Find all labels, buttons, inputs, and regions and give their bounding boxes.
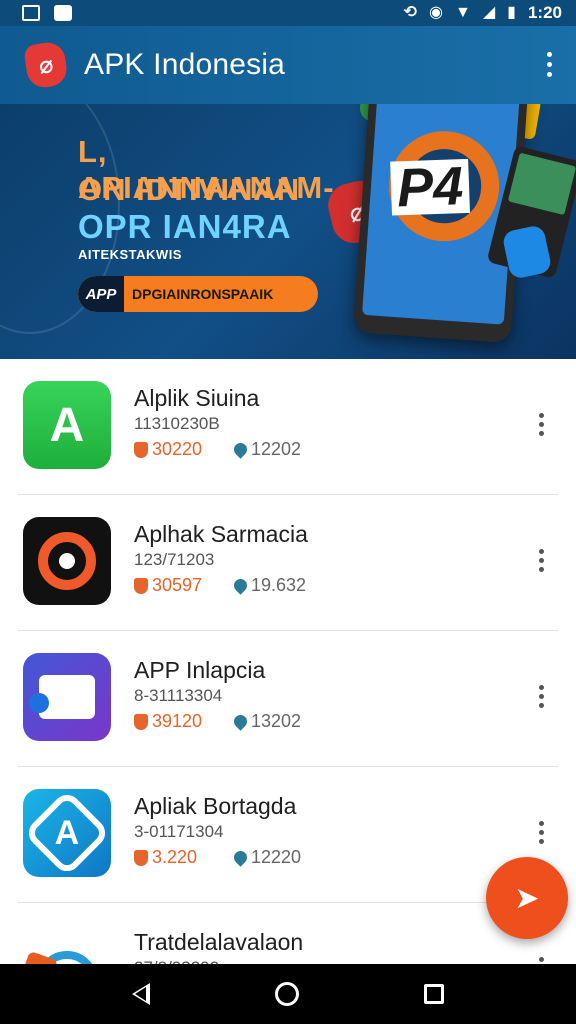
more-vert-icon[interactable]: [539, 413, 544, 436]
shield-icon: [134, 849, 148, 866]
downloads: 39120: [134, 711, 234, 732]
image-icon: [22, 5, 40, 21]
list-item[interactable]: Aplhak Sarmacia 123/71203 30597 19.632: [18, 495, 558, 631]
apk-logo-icon: ⌀: [23, 40, 69, 90]
battery-icon: ▮: [507, 4, 516, 21]
list-item[interactable]: APP Inlapcia 8-31113304 39120 13202: [18, 631, 558, 767]
home-icon[interactable]: [274, 982, 299, 1006]
app-meta: 3.220 12220: [134, 847, 301, 868]
system-nav-bar: [0, 964, 576, 1024]
app-meta: 30220 12202: [134, 439, 301, 460]
app-title: APK Indonesia: [84, 48, 286, 81]
drop-icon: [231, 848, 250, 867]
banner-cta-pill: APP: [78, 276, 124, 312]
banner-subtitle: AITEKSTAKWIS: [78, 247, 182, 262]
list-item[interactable]: A Alplik Siuina 11310230B 30220 12202: [18, 359, 558, 495]
more-vert-icon[interactable]: [539, 549, 544, 572]
drop-icon: [231, 712, 250, 731]
app-code: 123/71203: [134, 550, 215, 569]
target-ring-icon: [23, 517, 111, 605]
phone-badge-text: P4: [390, 156, 471, 218]
shield-icon: [134, 577, 148, 594]
more-vert-icon[interactable]: [547, 52, 552, 77]
status-left-icons: [22, 5, 72, 21]
app-name: APP Inlapcia: [134, 657, 266, 683]
banner-line-2: ON IDTIVINAN: [78, 172, 301, 207]
banner-cta-label: DPGIAINRONSPAAIK: [132, 286, 274, 302]
sync-icon: ⟲: [403, 4, 418, 21]
back-icon[interactable]: [132, 983, 151, 1005]
shield-icon: [134, 713, 148, 730]
letter-a-icon: A: [23, 381, 111, 469]
app-list: A Alplik Siuina 11310230B 30220 12202 Ap…: [0, 359, 576, 1024]
downloads: 30597: [134, 575, 234, 596]
app-name: Alplik Siuina: [134, 385, 260, 411]
app-code: 3-01171304: [134, 822, 224, 841]
app-name: Apliak Bortagda: [134, 793, 297, 819]
circle-icon: ◉: [429, 4, 443, 21]
app-code: 8-31113304: [134, 686, 223, 705]
app-meta: 30597 19.632: [134, 575, 306, 596]
status-right-icons: ⟲ ◉ ▼ ◢ ▮ 1:20: [404, 3, 562, 23]
hexagon-a-icon: A: [23, 789, 111, 877]
app-meta: 39120 13202: [134, 711, 301, 732]
app-code: 11310230B: [134, 414, 220, 433]
app-name: Aplhak Sarmacia: [134, 521, 308, 547]
list-item[interactable]: A Apliak Bortagda 3-01171304 3.220 12220: [18, 767, 558, 903]
promo-banner[interactable]: L, APIANNAANAM- ON IDTIVINAN OPR IAN4RA …: [0, 104, 576, 359]
rating: 19.632: [231, 575, 306, 596]
drop-icon: [231, 576, 250, 595]
send-icon: ➤: [514, 881, 540, 915]
downloads: 30220: [134, 439, 234, 460]
banner-cta-button[interactable]: APP DPGIAINRONSPAAIK: [78, 276, 318, 312]
more-vert-icon[interactable]: [539, 685, 544, 708]
banner-line-3: OPR IAN4RA: [78, 208, 292, 245]
downloads: 3.220: [134, 847, 234, 868]
rating: 12220: [231, 847, 301, 868]
shield-icon: [134, 441, 148, 458]
app-bar: ⌀ APK Indonesia: [0, 26, 576, 104]
more-vert-icon[interactable]: [539, 821, 544, 844]
app-name: Tratdelalavalaon: [134, 929, 304, 955]
recents-icon[interactable]: [423, 984, 444, 1004]
drop-icon: [231, 440, 250, 459]
signal-icon: ◢: [482, 4, 496, 21]
wifi-icon: ▼: [455, 4, 471, 21]
rating: 12202: [231, 439, 301, 460]
rating: 13202: [231, 711, 301, 732]
status-time: 1:20: [527, 3, 562, 22]
message-icon: [54, 5, 72, 21]
phone-screen: P4: [362, 104, 520, 325]
send-fab-button[interactable]: ➤: [486, 857, 568, 939]
music-card-icon: [23, 653, 111, 741]
status-bar: ⟲ ◉ ▼ ◢ ▮ 1:20: [0, 0, 576, 26]
